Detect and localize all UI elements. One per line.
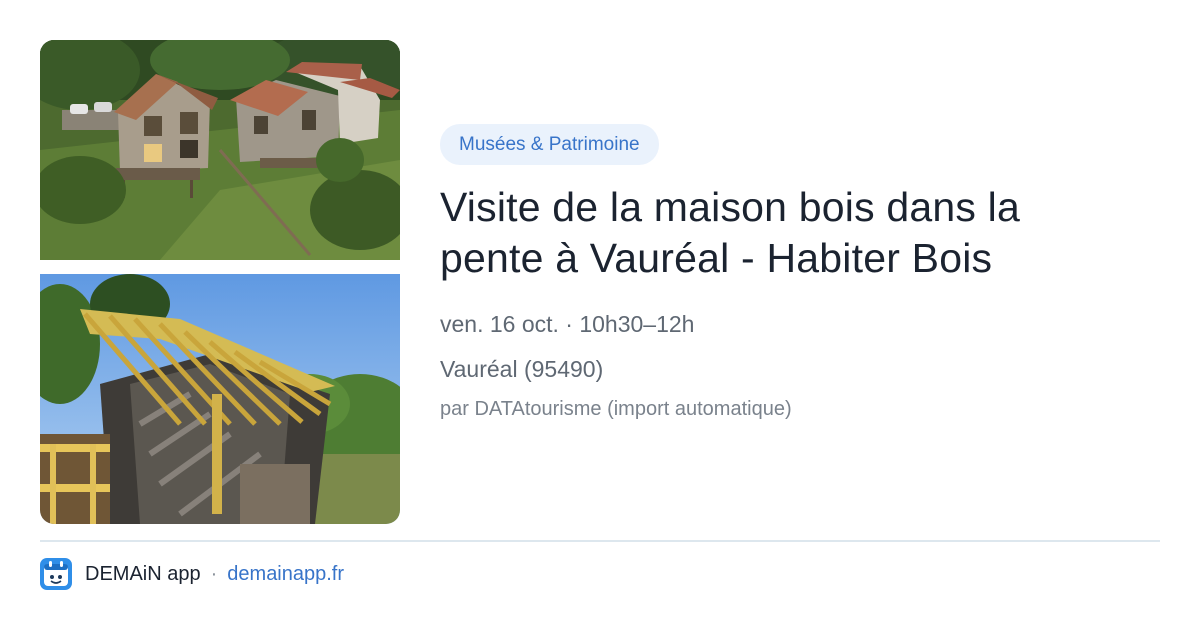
footer: DEMAiN app · demainapp.fr	[40, 558, 344, 590]
footer-divider	[40, 540, 1160, 542]
event-location: Vauréal (95490)	[440, 356, 604, 382]
house-construction-image	[40, 274, 400, 524]
app-website-link[interactable]: demainapp.fr	[227, 563, 344, 586]
app-name: DEMAiN app	[85, 562, 201, 585]
demain-app-logo-icon	[40, 558, 72, 590]
footer-separator: ·	[210, 562, 218, 585]
event-share-card: Musées & Patrimoine Visite de la maison …	[0, 0, 1200, 630]
event-photo-rendering	[40, 40, 400, 260]
event-source: par DATAtourisme (import automatique)	[440, 398, 792, 420]
event-photo-construction	[40, 274, 400, 524]
event-date-time: ven. 16 oct. · 10h30–12h	[440, 311, 695, 337]
category-badge[interactable]: Musées & Patrimoine	[440, 124, 659, 165]
event-info: Musées & Patrimoine Visite de la maison …	[440, 124, 1160, 422]
wooden-houses-rendering-image	[40, 40, 400, 260]
event-title[interactable]: Visite de la maison bois dans la pente à…	[440, 182, 1130, 284]
